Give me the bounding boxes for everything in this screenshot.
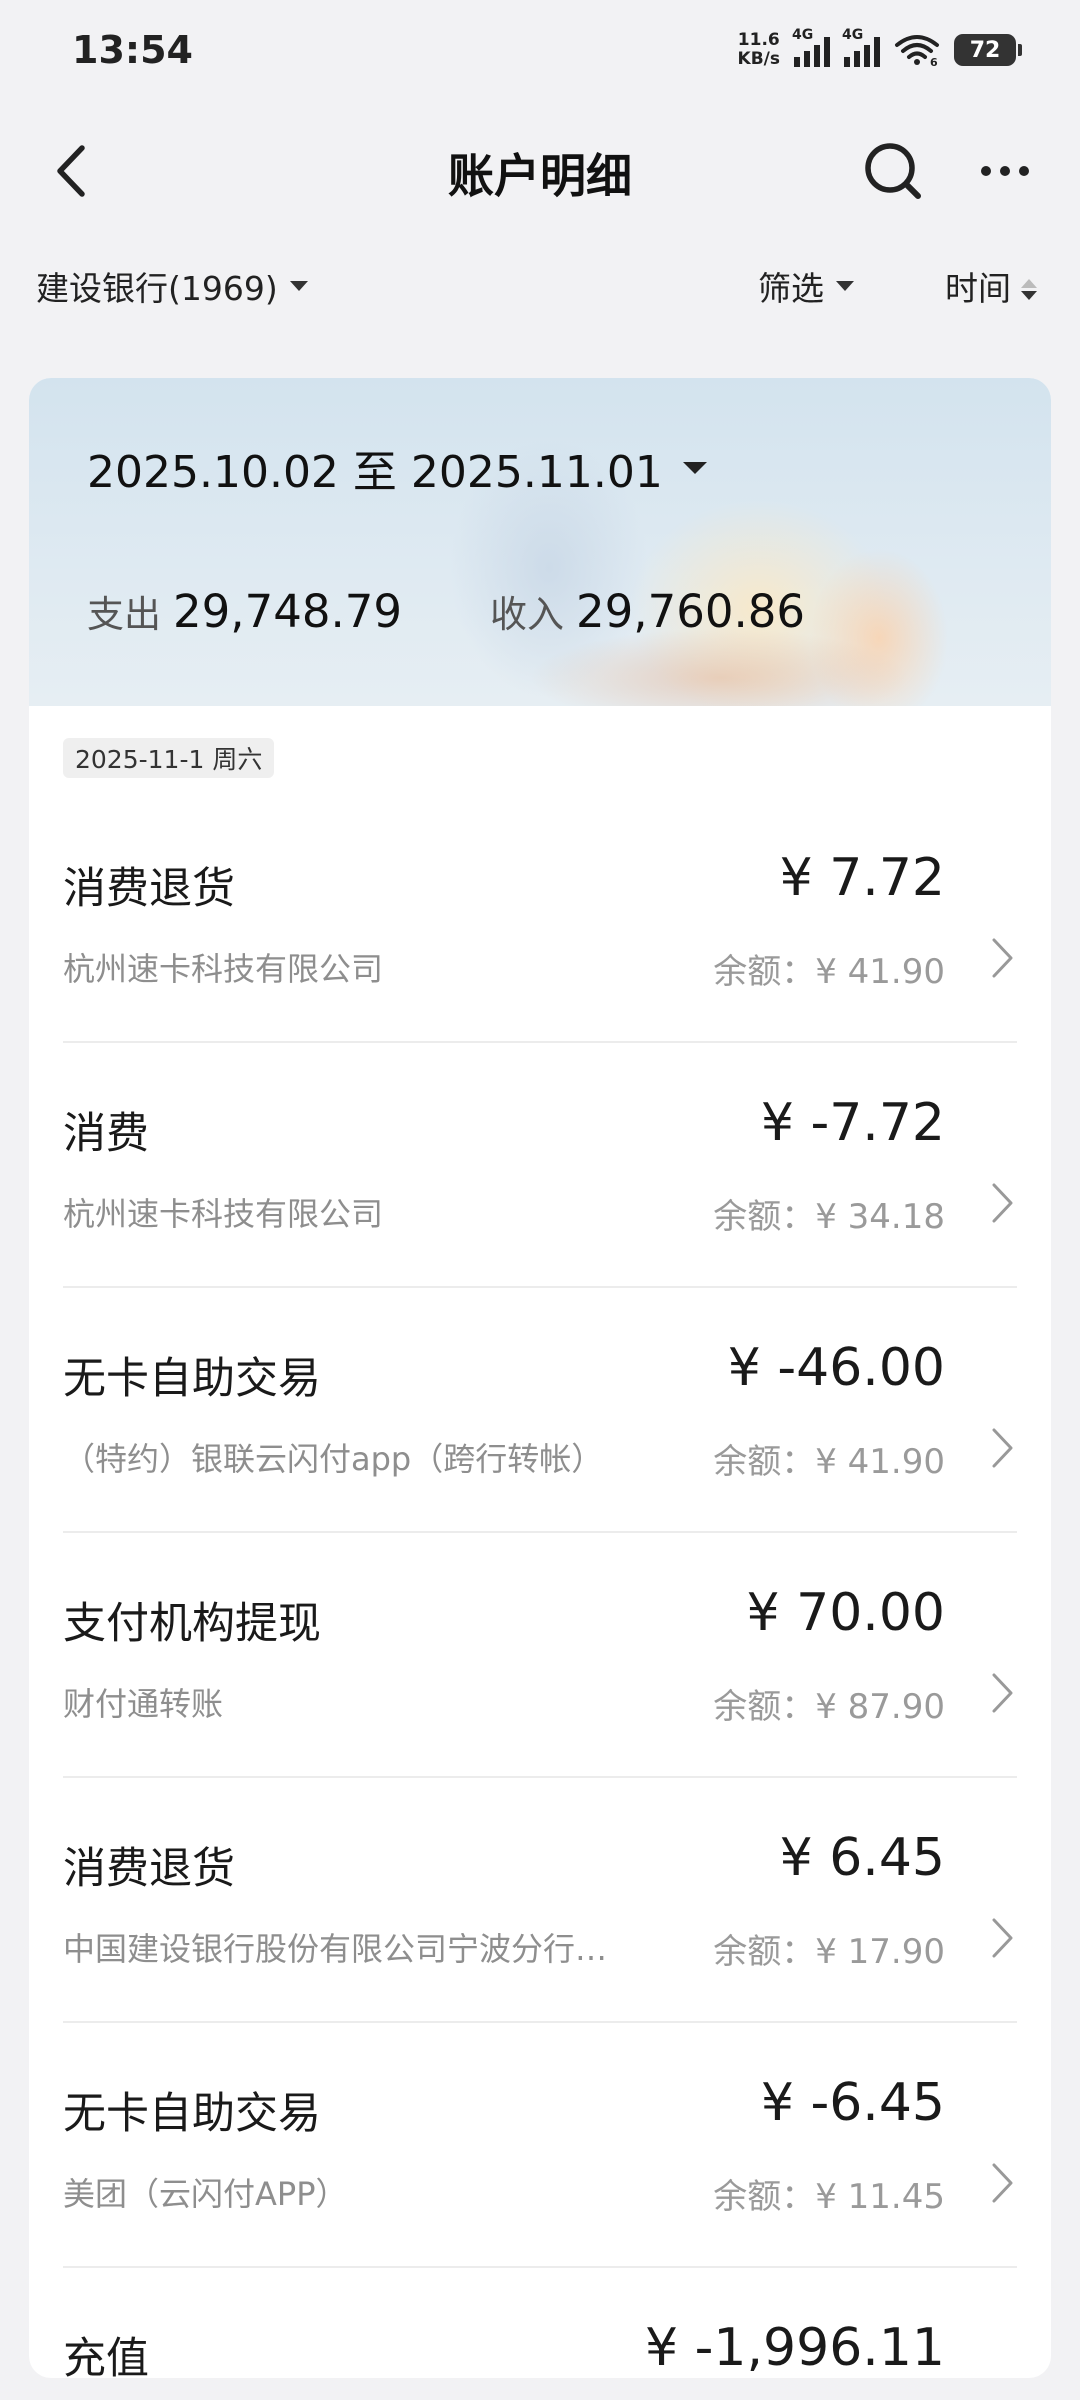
- transaction-merchant: 中国建设银行股份有限公司宁波分行…: [63, 1930, 608, 1968]
- transaction-amount: ¥ -7.72: [760, 1093, 945, 1153]
- battery-icon: 72: [954, 34, 1022, 66]
- transaction-balance: 余额：¥ 17.90: [713, 1932, 945, 1972]
- chevron-right-icon: [992, 1918, 1013, 1958]
- sim2-network-type: 4G: [842, 27, 864, 43]
- transaction-row[interactable]: 消费退货 ¥ 6.45 中国建设银行股份有限公司宁波分行… 余额：¥ 17.90: [63, 1778, 1017, 2023]
- network-speed-unit: KB/s: [737, 49, 780, 69]
- chevron-right-icon: [992, 1183, 1013, 1223]
- status-bar: 13:54 11.6 KB/s 4G 4G 6 72: [0, 0, 1080, 100]
- chevron-right-icon: [992, 2163, 1013, 2203]
- transaction-balance: 余额：¥ 87.90: [713, 1687, 945, 1727]
- income-label: 收入: [490, 593, 565, 636]
- account-selector[interactable]: 建设银行(1969): [36, 262, 308, 310]
- wifi-label: 6: [930, 56, 938, 67]
- network-speed-value: 11.6: [737, 30, 780, 50]
- transaction-type: 消费: [63, 1109, 149, 1159]
- account-label: 建设银行(1969): [36, 269, 278, 308]
- transaction-list: 消费退货 ¥ 7.72 杭州速卡科技有限公司 余额：¥ 41.90 消费 ¥ -…: [29, 798, 1051, 2378]
- date-range-label: 2025.10.02 至 2025.11.01: [87, 447, 663, 498]
- transaction-row[interactable]: 消费退货 ¥ 7.72 杭州速卡科技有限公司 余额：¥ 41.90: [63, 798, 1017, 1043]
- transaction-amount: ¥ 70.00: [746, 1583, 945, 1643]
- transaction-amount: ¥ 7.72: [779, 848, 945, 908]
- transaction-merchant: 杭州速卡科技有限公司: [63, 1195, 384, 1233]
- more-options-icon[interactable]: [970, 136, 1040, 206]
- caret-down-icon: [682, 462, 707, 474]
- transaction-merchant: 美团（云闪付APP）: [63, 2175, 348, 2213]
- transaction-amount: ¥ -1,996.11: [645, 2318, 945, 2378]
- transaction-amount: ¥ -6.45: [760, 2073, 945, 2133]
- chevron-right-icon: [992, 1428, 1013, 1468]
- date-group-label: 2025-11-1 周六: [63, 738, 275, 778]
- time-sort-button[interactable]: 时间: [945, 262, 1037, 310]
- date-range-selector[interactable]: 2025.10.02 至 2025.11.01: [87, 436, 707, 500]
- transaction-type: 充值: [63, 2334, 149, 2378]
- transaction-type: 无卡自助交易: [63, 2089, 321, 2139]
- chevron-right-icon: [992, 938, 1013, 978]
- transaction-balance: 余额：¥ 11.45: [713, 2177, 945, 2217]
- transaction-row[interactable]: 无卡自助交易 ¥ -6.45 美团（云闪付APP） 余额：¥ 11.45: [63, 2023, 1017, 2268]
- search-icon[interactable]: [858, 136, 928, 206]
- caret-down-icon: [289, 281, 308, 291]
- transaction-balance: 余额：¥ 41.90: [713, 1442, 945, 1482]
- sort-icon: [1021, 278, 1037, 300]
- status-icons: 11.6 KB/s 4G 4G 6 72: [738, 27, 1022, 69]
- time-sort-label: 时间: [945, 269, 1011, 308]
- transaction-type: 支付机构提现: [63, 1599, 321, 1649]
- app-header: 账户明细: [0, 110, 1080, 230]
- network-speed: 11.6 KB/s: [738, 31, 780, 69]
- transaction-amount: ¥ 6.45: [779, 1828, 945, 1888]
- transaction-balance: 余额：¥ 41.90: [713, 952, 945, 992]
- transaction-balance: 余额：¥ 34.18: [713, 1197, 945, 1237]
- chevron-right-icon: [992, 1673, 1013, 1713]
- signal-icon-sim1: 4G: [792, 27, 830, 67]
- transaction-row[interactable]: 无卡自助交易 ¥ -46.00 （特约）银联云闪付app（跨行转帐） 余额：¥ …: [63, 1288, 1017, 1533]
- transaction-type: 无卡自助交易: [63, 1354, 321, 1404]
- transaction-row[interactable]: 充值 ¥ -1,996.11: [63, 2268, 1017, 2378]
- transaction-row[interactable]: 支付机构提现 ¥ 70.00 财付通转账 余额：¥ 87.90: [63, 1533, 1017, 1778]
- transaction-merchant: （特约）银联云闪付app（跨行转帐）: [63, 1440, 604, 1478]
- filter-row: 建设银行(1969) 筛选 时间: [0, 262, 1080, 322]
- status-time: 13:54: [72, 28, 193, 72]
- transaction-type: 消费退货: [63, 864, 235, 914]
- summary-banner: 2025.10.02 至 2025.11.01 支出 29,748.79 收入 …: [29, 378, 1051, 706]
- transaction-merchant: 财付通转账: [63, 1685, 224, 1723]
- expense-label: 支出: [87, 593, 161, 636]
- transaction-row[interactable]: 消费 ¥ -7.72 杭州速卡科技有限公司 余额：¥ 34.18: [63, 1043, 1017, 1288]
- caret-down-icon: [836, 281, 854, 291]
- income-value: 29,760.86: [576, 585, 806, 638]
- filter-button[interactable]: 筛选: [758, 262, 854, 310]
- transaction-amount: ¥ -46.00: [727, 1338, 945, 1398]
- filter-label: 筛选: [758, 269, 824, 308]
- transactions-card: 2025.10.02 至 2025.11.01 支出 29,748.79 收入 …: [29, 378, 1051, 2378]
- wifi-icon: 6: [895, 35, 939, 67]
- transaction-type: 消费退货: [63, 1844, 235, 1894]
- expense-value: 29,748.79: [173, 585, 403, 638]
- summary-totals: 支出 29,748.79 收入 29,760.86: [87, 584, 805, 638]
- signal-icon-sim2: 4G: [842, 27, 880, 67]
- sim1-network-type: 4G: [792, 27, 814, 43]
- transaction-merchant: 杭州速卡科技有限公司: [63, 950, 384, 988]
